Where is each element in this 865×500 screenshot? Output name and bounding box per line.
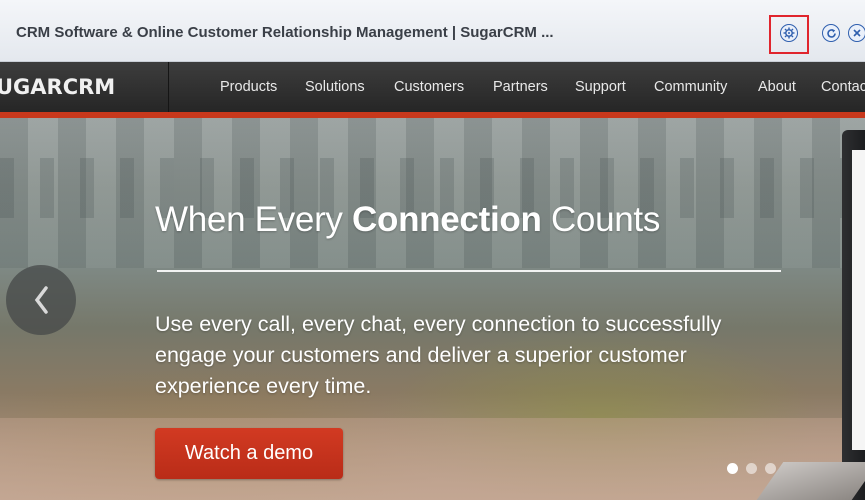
refresh-button[interactable]: [822, 24, 840, 42]
sugarcrm-logo[interactable]: UGARCRM: [0, 62, 169, 112]
hero-headline: When Every Connection Counts: [155, 200, 661, 239]
nav-about[interactable]: About: [758, 79, 796, 95]
hero-description: Use every call, every chat, every connec…: [155, 312, 722, 398]
settings-highlight-box: [769, 15, 809, 54]
hero-divider: [157, 270, 781, 272]
nav-customers[interactable]: Customers: [394, 79, 464, 95]
nav-contact[interactable]: Contac: [821, 79, 865, 95]
carousel-dot-3[interactable]: [765, 463, 776, 474]
window-title: CRM Software & Online Customer Relations…: [16, 24, 554, 41]
monitor-screen: [852, 150, 865, 450]
nav-community[interactable]: Community: [654, 79, 727, 95]
close-button[interactable]: [848, 24, 865, 42]
nav-partners[interactable]: Partners: [493, 79, 548, 95]
chevron-left-icon: [34, 286, 48, 314]
carousel-indicators: [727, 463, 776, 474]
hero-background-floor: [0, 418, 865, 500]
carousel-prev-button[interactable]: [6, 265, 76, 335]
watch-demo-button[interactable]: Watch a demo: [155, 428, 343, 479]
nav-products[interactable]: Products: [220, 79, 277, 95]
carousel-dot-1[interactable]: [727, 463, 738, 474]
carousel-dot-2[interactable]: [746, 463, 757, 474]
refresh-icon: [826, 28, 836, 38]
nav-support[interactable]: Support: [575, 79, 626, 95]
window-titlebar: CRM Software & Online Customer Relations…: [0, 0, 865, 62]
close-icon: [853, 29, 861, 37]
nav-solutions[interactable]: Solutions: [305, 79, 365, 95]
